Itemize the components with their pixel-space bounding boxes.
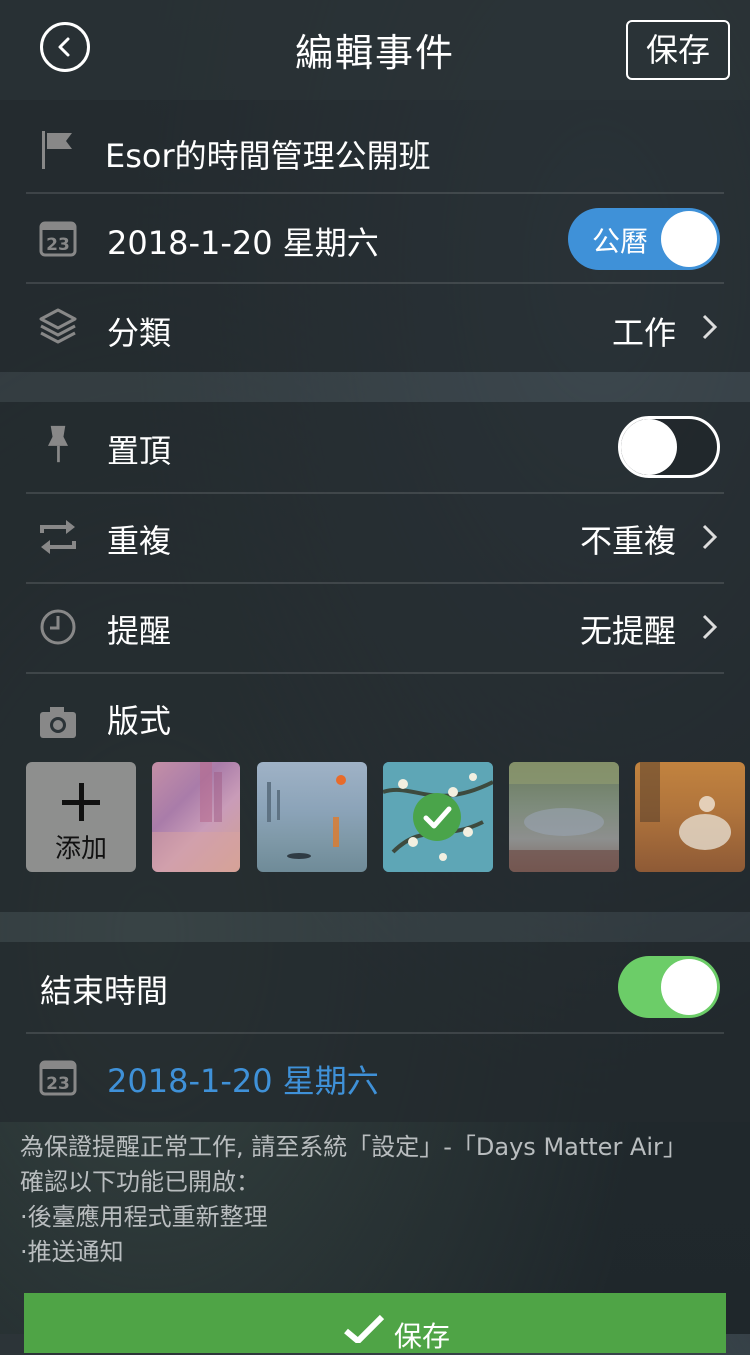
clock-icon <box>40 609 76 645</box>
note-line: 確認以下功能已開啟： <box>20 1168 260 1196</box>
event-info-section: Esor的時間管理公開班 23 2018-1-20 星期六 公曆 分類 工作 <box>0 100 750 372</box>
add-theme-button[interactable]: 添加 <box>26 762 136 872</box>
chevron-right-icon <box>702 314 718 340</box>
reminder-value[interactable]: 无提醒 <box>580 606 676 652</box>
calendar-type-label: 公曆 <box>592 225 649 258</box>
section-gap <box>0 912 750 942</box>
reminder-row[interactable]: 提醒 无提醒 <box>0 582 750 672</box>
header-bar: 編輯事件 保存 <box>0 0 750 100</box>
save-button-top[interactable]: 保存 <box>626 20 730 80</box>
repeat-label: 重複 <box>107 522 172 560</box>
toggle-knob <box>661 959 717 1015</box>
painting-image <box>640 762 731 850</box>
repeat-icon <box>40 520 76 554</box>
chevron-right-icon <box>702 524 718 550</box>
painting-image <box>152 762 240 872</box>
category-value[interactable]: 工作 <box>612 308 676 354</box>
note-line: ·推送通知 <box>20 1238 124 1266</box>
event-date[interactable]: 2018-1-20 星期六 <box>107 218 379 264</box>
svg-text:23: 23 <box>46 1074 70 1094</box>
save-bottom-label: 保存 <box>394 1320 451 1353</box>
toggle-knob <box>621 419 677 475</box>
save-button-bottom[interactable]: 保存 <box>24 1293 726 1353</box>
toggle-knob <box>661 211 717 267</box>
pin-row[interactable]: 置頂 <box>0 402 750 492</box>
section-gap <box>0 372 750 402</box>
pin-toggle[interactable] <box>618 416 720 478</box>
selected-check-icon <box>413 793 461 841</box>
calendar-type-toggle[interactable]: 公曆 <box>568 208 720 270</box>
end-time-toggle[interactable] <box>618 956 720 1018</box>
add-label: 添加 <box>54 834 107 864</box>
chevron-right-icon <box>702 614 718 640</box>
end-date-row[interactable]: 23 2018-1-20 星期六 <box>0 1032 750 1122</box>
painting-image <box>509 762 619 872</box>
pin-label: 置頂 <box>107 432 172 470</box>
event-name-row[interactable]: Esor的時間管理公開班 <box>0 105 750 195</box>
pin-icon <box>48 425 68 463</box>
flag-icon <box>42 131 72 169</box>
theme-thumbnail-selected[interactable] <box>383 762 493 872</box>
theme-thumbnail[interactable] <box>635 762 745 872</box>
repeat-value[interactable]: 不重複 <box>580 516 676 562</box>
layers-icon <box>39 308 77 344</box>
camera-icon <box>40 707 76 738</box>
plus-icon-vertical <box>79 783 84 821</box>
end-time-label: 結束時間 <box>40 972 169 1010</box>
theme-thumbnail[interactable] <box>152 762 240 872</box>
notification-note: 為保證提醒正常工作, 請至系統「設定」-「Days Matter Air」 確認… <box>20 1130 740 1270</box>
style-label: 版式 <box>107 702 172 740</box>
end-time-row[interactable]: 結束時間 <box>0 942 750 1032</box>
theme-thumbnail[interactable] <box>509 762 619 872</box>
end-time-section: 結束時間 23 2018-1-20 星期六 <box>0 942 750 1122</box>
painting-image <box>267 775 346 859</box>
style-row: 版式 <box>0 672 750 762</box>
calendar-icon: 23 <box>39 1060 77 1096</box>
event-name[interactable]: Esor的時間管理公開班 <box>105 131 431 177</box>
calendar-icon: 23 <box>39 221 77 257</box>
repeat-row[interactable]: 重複 不重複 <box>0 492 750 582</box>
theme-thumbnail[interactable] <box>257 762 367 872</box>
category-label: 分類 <box>107 314 172 352</box>
date-row[interactable]: 23 2018-1-20 星期六 公曆 <box>0 194 750 284</box>
check-icon <box>344 1314 385 1343</box>
reminder-label: 提醒 <box>107 612 172 650</box>
end-date[interactable]: 2018-1-20 星期六 <box>107 1056 379 1102</box>
category-row[interactable]: 分類 工作 <box>0 284 750 374</box>
note-line: ·後臺應用程式重新整理 <box>20 1203 268 1231</box>
svg-text:23: 23 <box>46 235 70 255</box>
note-line: 為保證提醒正常工作, 請至系統「設定」-「Days Matter Air」 <box>20 1133 687 1161</box>
